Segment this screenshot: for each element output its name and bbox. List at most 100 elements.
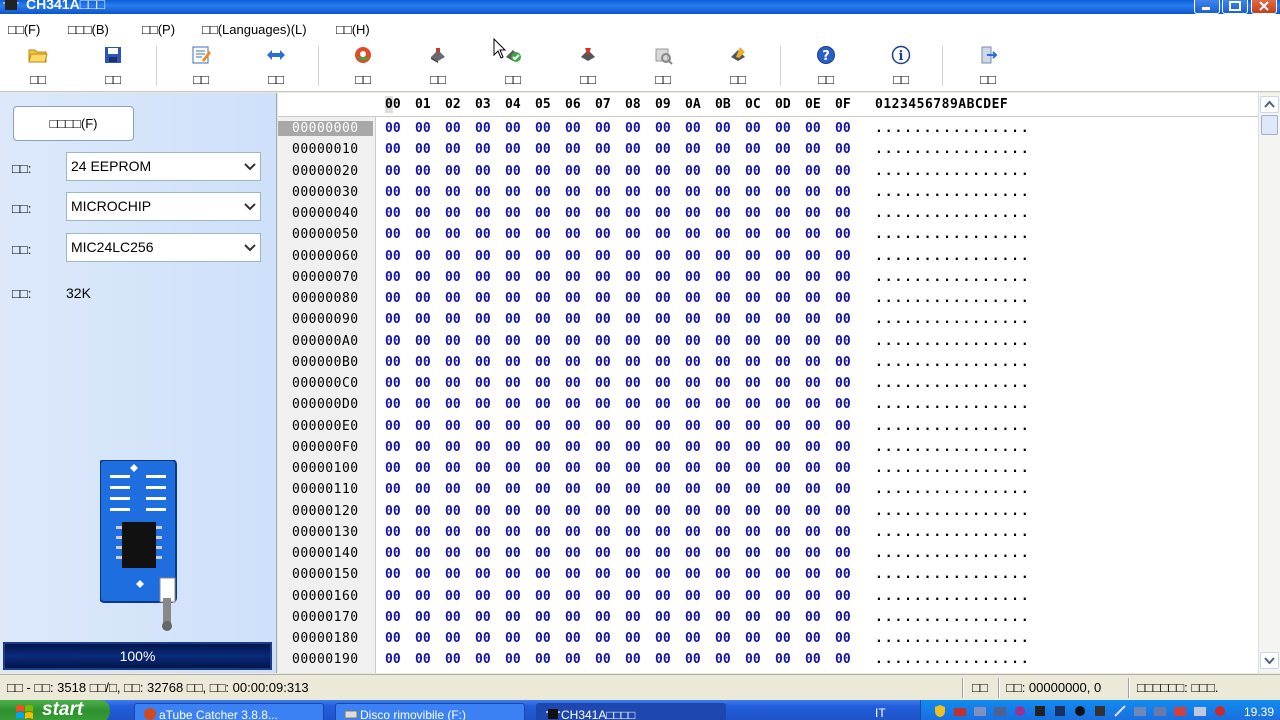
hex-byte[interactable]: 00 [685,142,715,157]
hex-byte[interactable]: 00 [445,185,475,200]
hex-byte[interactable]: 00 [475,525,505,540]
hex-byte[interactable]: 00 [565,227,595,242]
hex-byte[interactable]: 00 [595,652,625,667]
hex-editor[interactable]: 00 01 02 03 04 05 06 07 08 09 0A 0B 0C 0D 0E 0F 0123456… [278,93,1258,673]
hex-byte[interactable]: 00 [565,376,595,391]
ascii-row[interactable]: ................ [875,376,1031,391]
hex-byte[interactable]: 00 [385,185,415,200]
hex-byte[interactable]: 00 [565,291,595,306]
hex-byte[interactable]: 00 [565,397,595,412]
hex-byte[interactable]: 00 [655,631,685,646]
row-address[interactable]: 00000160 [292,589,376,604]
hex-byte[interactable]: 00 [775,270,805,285]
hex-byte[interactable]: 00 [445,610,475,625]
hex-byte[interactable]: 00 [775,185,805,200]
hex-byte[interactable]: 00 [775,419,805,434]
hex-byte[interactable]: 00 [595,249,625,264]
hex-byte[interactable]: 00 [415,631,445,646]
menu-file[interactable]: □□(F) [8,22,40,37]
hex-byte[interactable]: 00 [595,397,625,412]
hex-byte[interactable]: 00 [775,589,805,604]
hex-byte[interactable]: 00 [715,567,745,582]
hex-byte[interactable]: 00 [655,142,685,157]
hex-byte[interactable]: 00 [565,546,595,561]
hex-byte[interactable]: 00 [715,206,745,221]
hex-byte[interactable]: 00 [715,121,745,136]
hex-byte[interactable]: 00 [595,631,625,646]
hex-byte[interactable]: 00 [775,652,805,667]
hex-byte[interactable]: 00 [745,355,775,370]
vertical-scrollbar[interactable] [1258,93,1280,673]
hex-byte[interactable]: 00 [535,227,565,242]
hex-byte[interactable]: 00 [445,270,475,285]
hex-byte[interactable]: 00 [475,185,505,200]
hex-byte[interactable]: 00 [655,334,685,349]
ascii-row[interactable]: ................ [875,440,1031,455]
hex-byte[interactable]: 00 [445,312,475,327]
hex-byte[interactable]: 00 [685,567,715,582]
hex-byte[interactable]: 00 [625,589,655,604]
start-button[interactable]: start [0,700,110,720]
hex-byte[interactable]: 00 [595,546,625,561]
hex-byte[interactable]: 00 [505,631,535,646]
hex-byte[interactable]: 00 [745,482,775,497]
save-button[interactable]: □□ [83,42,143,92]
minimize-button[interactable] [1194,0,1220,14]
hex-byte[interactable]: 00 [685,525,715,540]
hex-byte[interactable]: 00 [385,206,415,221]
hex-byte[interactable]: 00 [715,461,745,476]
hex-byte[interactable]: 00 [415,227,445,242]
hex-byte[interactable]: 00 [715,419,745,434]
hex-byte[interactable]: 00 [445,121,475,136]
hex-byte[interactable]: 00 [655,461,685,476]
row-address[interactable]: 00000130 [292,525,376,540]
hex-byte[interactable]: 00 [775,376,805,391]
hex-byte[interactable]: 00 [535,419,565,434]
hex-byte[interactable]: 00 [625,652,655,667]
hex-byte[interactable]: 00 [715,482,745,497]
hex-byte[interactable]: 00 [475,312,505,327]
hex-byte[interactable]: 00 [505,397,535,412]
hex-byte[interactable]: 00 [505,589,535,604]
hex-byte[interactable]: 00 [625,142,655,157]
hex-byte[interactable]: 00 [685,504,715,519]
row-address[interactable]: 000000C0 [292,376,376,391]
hex-byte[interactable]: 00 [805,376,835,391]
hex-byte[interactable]: 00 [805,482,835,497]
hex-byte[interactable]: 00 [805,461,835,476]
hex-byte[interactable]: 00 [505,525,535,540]
hex-byte[interactable]: 00 [775,291,805,306]
hex-byte[interactable]: 00 [565,652,595,667]
hex-byte[interactable]: 00 [835,631,865,646]
row-address[interactable]: 00000110 [292,482,376,497]
ascii-row[interactable]: ................ [875,546,1031,561]
hex-byte[interactable]: 00 [595,440,625,455]
hex-byte[interactable]: 00 [685,121,715,136]
hex-byte[interactable]: 00 [715,376,745,391]
hex-byte[interactable]: 00 [385,652,415,667]
hex-byte[interactable]: 00 [475,355,505,370]
hex-byte[interactable]: 00 [625,312,655,327]
hex-byte[interactable]: 00 [835,419,865,434]
hex-byte[interactable]: 00 [385,504,415,519]
hex-byte[interactable]: 00 [385,397,415,412]
ascii-row[interactable]: ................ [875,482,1031,497]
hex-byte[interactable]: 00 [535,142,565,157]
hex-byte[interactable]: 00 [745,270,775,285]
row-address[interactable]: 000000D0 [292,397,376,412]
hex-byte[interactable]: 00 [745,589,775,604]
row-address[interactable]: 000000B0 [292,355,376,370]
hex-byte[interactable]: 00 [505,440,535,455]
hex-byte[interactable]: 00 [775,164,805,179]
hex-byte[interactable]: 00 [445,355,475,370]
hex-byte[interactable]: 00 [715,546,745,561]
hex-byte[interactable]: 00 [625,121,655,136]
hex-byte[interactable]: 00 [685,227,715,242]
ascii-row[interactable]: ................ [875,291,1031,306]
hex-byte[interactable]: 00 [745,397,775,412]
hex-byte[interactable]: 00 [565,270,595,285]
hex-byte[interactable]: 00 [775,227,805,242]
hex-byte[interactable]: 00 [535,610,565,625]
hex-byte[interactable]: 00 [775,631,805,646]
hex-byte[interactable]: 00 [535,185,565,200]
